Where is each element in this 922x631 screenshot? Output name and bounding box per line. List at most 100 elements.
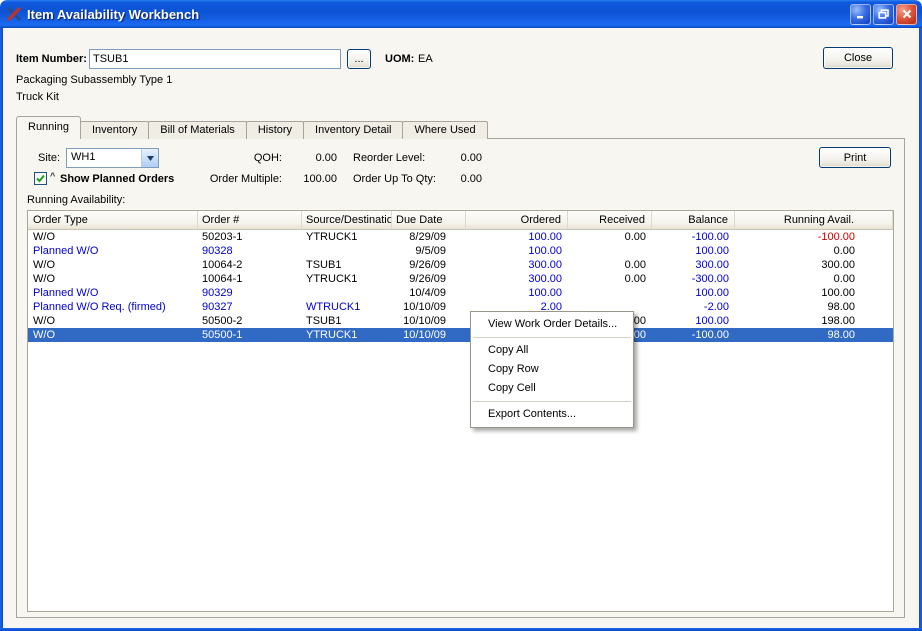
item-description-1: Packaging Subassembly Type 1 (16, 74, 172, 86)
table-cell: 10/10/09 (392, 300, 466, 314)
table-row[interactable]: W/O10064-2TSUB19/26/09300.000.00300.0030… (28, 258, 893, 272)
tab-bar: RunningInventoryBill of MaterialsHistory… (16, 116, 487, 139)
table-row[interactable]: Planned W/O903289/5/09100.00100.000.00 (28, 244, 893, 258)
order-up-to-value: 0.00 (432, 173, 482, 185)
running-availability-grid: Order TypeOrder #Source/DestinationDue D… (27, 210, 894, 612)
table-cell (302, 286, 392, 300)
tab-inventory-detail[interactable]: Inventory Detail (303, 121, 403, 139)
table-row[interactable]: Planned W/O Req. (firmed)90327WTRUCK110/… (28, 300, 893, 314)
menu-item-copy-row[interactable]: Copy Row (471, 360, 633, 379)
qoh-label: QOH: (167, 152, 282, 164)
table-cell: 0.00 (568, 258, 652, 272)
order-multiple-label: Order Multiple: (167, 173, 282, 185)
table-cell: -100.00 (735, 230, 893, 244)
grid-body: W/O50203-1YTRUCK18/29/09100.000.00-100.0… (28, 230, 893, 342)
table-cell: 300.00 (466, 258, 568, 272)
table-row[interactable]: Planned W/O9032910/4/09100.00100.00100.0… (28, 286, 893, 300)
table-cell: 198.00 (735, 314, 893, 328)
table-cell: 100.00 (466, 244, 568, 258)
client-area: Item Number: ... UOM: EA Close Packaging… (3, 28, 919, 628)
table-row[interactable]: W/O50500-1YTRUCK110/10/09100.000.00-100.… (28, 328, 893, 342)
app-window: Item Availability Workbench Item Number:… (0, 0, 922, 631)
close-window-button[interactable] (896, 4, 917, 25)
table-cell: 8/29/09 (392, 230, 466, 244)
menu-item-view-work-order-details[interactable]: View Work Order Details... (471, 315, 633, 334)
table-cell: 98.00 (735, 300, 893, 314)
table-cell: 50203-1 (198, 230, 302, 244)
titlebar[interactable]: Item Availability Workbench (0, 0, 922, 28)
grid-title: Running Availability: (27, 194, 125, 206)
menu-item-copy-all[interactable]: Copy All (471, 341, 633, 360)
item-number-label: Item Number: (16, 53, 87, 65)
uom-value: EA (418, 53, 433, 65)
table-cell: 10/10/09 (392, 314, 466, 328)
window-frame (0, 28, 3, 631)
site-combobox[interactable]: WH1 (66, 148, 159, 168)
column-header[interactable]: Running Avail. (735, 211, 893, 229)
minimize-button[interactable] (850, 4, 871, 25)
table-cell: 100.00 (652, 244, 735, 258)
menu-item-export-contents[interactable]: Export Contents... (471, 405, 633, 424)
menu-separator (473, 401, 631, 402)
print-button[interactable]: Print (819, 147, 891, 168)
item-lookup-button[interactable]: ... (347, 49, 371, 69)
table-row[interactable]: W/O50203-1YTRUCK18/29/09100.000.00-100.0… (28, 230, 893, 244)
table-cell: Planned W/O (28, 244, 198, 258)
table-cell: 9/26/09 (392, 258, 466, 272)
table-cell: YTRUCK1 (302, 328, 392, 342)
restore-button[interactable] (873, 4, 894, 25)
close-button[interactable]: Close (823, 47, 893, 69)
tab-where-used[interactable]: Where Used (402, 121, 487, 139)
table-cell: 10/4/09 (392, 286, 466, 300)
table-cell: 100.00 (652, 286, 735, 300)
menu-item-copy-cell[interactable]: Copy Cell (471, 379, 633, 398)
show-planned-orders-checkbox[interactable] (34, 172, 47, 185)
uom-label: UOM: (385, 53, 414, 65)
table-cell: 300.00 (652, 258, 735, 272)
site-label: Site: (38, 152, 60, 164)
table-cell: YTRUCK1 (302, 272, 392, 286)
item-description-2: Truck Kit (16, 91, 59, 103)
table-cell: 300.00 (735, 258, 893, 272)
reorder-level-value: 0.00 (432, 152, 482, 164)
table-cell: 10/10/09 (392, 328, 466, 342)
table-cell: 10064-1 (198, 272, 302, 286)
tab-inventory[interactable]: Inventory (80, 121, 149, 139)
tab-bill-of-materials[interactable]: Bill of Materials (148, 121, 247, 139)
table-cell: 300.00 (466, 272, 568, 286)
forget-caret-icon[interactable]: ^ (50, 171, 55, 181)
column-header[interactable]: Order # (198, 211, 302, 229)
close-icon (902, 9, 912, 19)
chevron-down-icon[interactable] (141, 149, 158, 167)
column-header[interactable]: Balance (652, 211, 735, 229)
app-icon (6, 6, 22, 22)
table-cell: 90327 (198, 300, 302, 314)
table-cell: W/O (28, 328, 198, 342)
table-cell: 100.00 (466, 230, 568, 244)
column-header[interactable]: Order Type (28, 211, 198, 229)
table-cell: YTRUCK1 (302, 230, 392, 244)
table-row[interactable]: W/O50500-2TSUB110/10/09100.000.00100.001… (28, 314, 893, 328)
grid-header-row: Order TypeOrder #Source/DestinationDue D… (28, 211, 893, 230)
menu-separator (473, 337, 631, 338)
column-header[interactable]: Due Date (392, 211, 466, 229)
table-cell (302, 244, 392, 258)
column-header[interactable]: Source/Destination (302, 211, 392, 229)
table-cell (568, 244, 652, 258)
column-header[interactable]: Received (568, 211, 652, 229)
order-multiple-value: 100.00 (287, 173, 337, 185)
column-header[interactable]: Ordered (466, 211, 568, 229)
context-menu: View Work Order Details... Copy AllCopy R… (470, 311, 634, 428)
tab-running[interactable]: Running (16, 116, 81, 139)
tab-history[interactable]: History (246, 121, 304, 139)
table-cell: TSUB1 (302, 314, 392, 328)
table-cell: 90328 (198, 244, 302, 258)
table-cell: 100.00 (466, 286, 568, 300)
table-cell: W/O (28, 258, 198, 272)
site-value: WH1 (67, 149, 141, 167)
table-cell: -100.00 (652, 328, 735, 342)
table-cell: TSUB1 (302, 258, 392, 272)
item-number-input[interactable] (89, 49, 341, 69)
table-cell: WTRUCK1 (302, 300, 392, 314)
table-row[interactable]: W/O10064-1YTRUCK19/26/09300.000.00-300.0… (28, 272, 893, 286)
